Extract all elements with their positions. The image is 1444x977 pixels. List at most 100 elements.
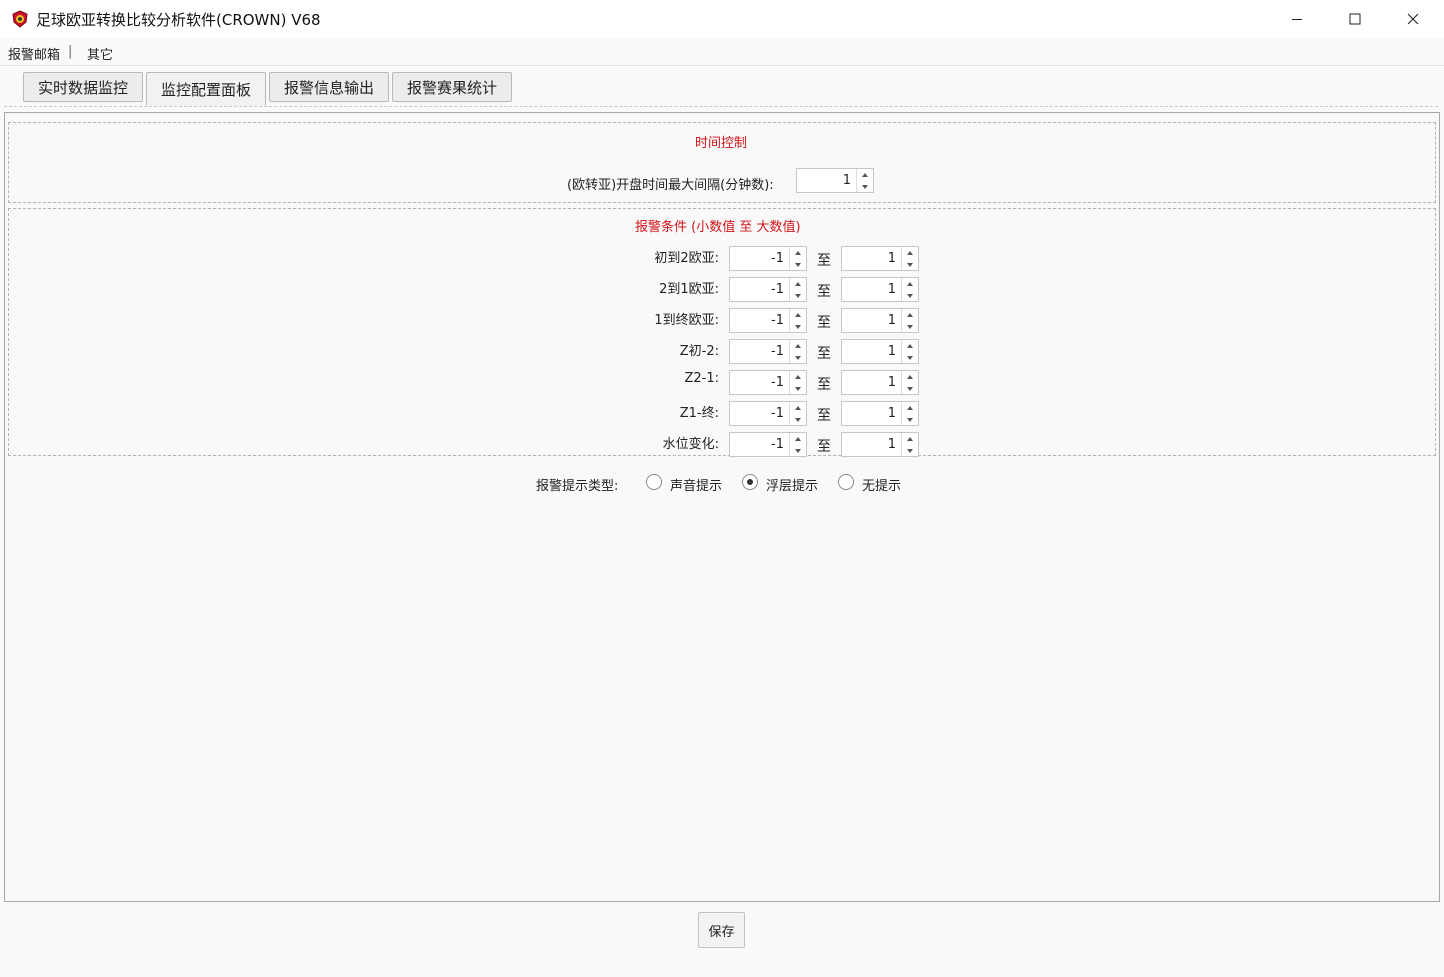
- condition-min-value: -1: [771, 437, 784, 452]
- open-interval-label: (欧转亚)开盘时间最大间隔(分钟数):: [567, 178, 774, 193]
- spin-up-icon[interactable]: [902, 371, 918, 382]
- spin-down-icon[interactable]: [790, 290, 806, 301]
- spin-down-icon[interactable]: [902, 414, 918, 425]
- spin-up-icon[interactable]: [902, 433, 918, 444]
- alarm-conditions-group: 报警条件 (小数值 至 大数值) 初到2欧亚: -1 至 1 2到1欧亚: -1 至 1 1到终…: [8, 208, 1436, 457]
- window-title: 足球欧亚转换比较分析软件(CROWN) V68: [36, 11, 321, 29]
- time-control-group: 时间控制 (欧转亚)开盘时间最大间隔(分钟数): 1: [8, 122, 1436, 203]
- menu-other[interactable]: 其它: [87, 44, 113, 63]
- spin-up-icon[interactable]: [790, 371, 806, 382]
- spin-up-icon[interactable]: [857, 169, 873, 180]
- maximize-icon: [1349, 13, 1361, 25]
- spin-down-icon[interactable]: [857, 181, 873, 192]
- spin-down-icon[interactable]: [790, 383, 806, 394]
- range-to-label: 至: [817, 377, 831, 393]
- condition-label: Z初-2:: [679, 344, 719, 359]
- spin-up-icon[interactable]: [790, 247, 806, 258]
- condition-min-spinner[interactable]: -1: [729, 277, 807, 302]
- spin-down-icon[interactable]: [790, 259, 806, 270]
- tab-divider: [4, 106, 1438, 107]
- range-to-label: 至: [817, 284, 831, 300]
- condition-max-value: 1: [887, 251, 896, 266]
- radio-no-alert-label: 无提示: [862, 479, 902, 494]
- condition-max-spinner[interactable]: 1: [841, 432, 919, 457]
- close-button[interactable]: [1384, 0, 1442, 38]
- spin-down-icon[interactable]: [902, 259, 918, 270]
- spin-down-icon[interactable]: [902, 445, 918, 456]
- condition-label: 1到终欧亚:: [654, 313, 719, 328]
- condition-min-spinner[interactable]: -1: [729, 246, 807, 271]
- radio-float-alert-label: 浮层提示: [766, 479, 819, 494]
- spin-down-icon[interactable]: [902, 290, 918, 301]
- condition-max-value: 1: [887, 282, 896, 297]
- condition-min-spinner[interactable]: -1: [729, 432, 807, 457]
- spin-down-icon[interactable]: [790, 414, 806, 425]
- tab-alarm-stats[interactable]: 报警赛果统计: [392, 72, 512, 102]
- radio-float-alert[interactable]: [742, 474, 758, 490]
- condition-min-value: -1: [771, 344, 784, 359]
- range-to-label: 至: [817, 315, 831, 331]
- range-to-label: 至: [817, 346, 831, 362]
- condition-max-spinner[interactable]: 1: [841, 246, 919, 271]
- spin-up-icon[interactable]: [790, 309, 806, 320]
- condition-min-spinner[interactable]: -1: [729, 370, 807, 395]
- condition-max-value: 1: [887, 406, 896, 421]
- condition-label: Z2-1:: [684, 371, 719, 386]
- menu-separator: |: [68, 44, 73, 59]
- spin-up-icon[interactable]: [902, 278, 918, 289]
- menu-alarm-mailbox[interactable]: 报警邮箱: [8, 44, 60, 63]
- condition-min-value: -1: [771, 251, 784, 266]
- minimize-icon: [1292, 19, 1302, 20]
- spin-up-icon[interactable]: [790, 402, 806, 413]
- app-logo-icon: [12, 10, 28, 28]
- config-panel: 时间控制 (欧转亚)开盘时间最大间隔(分钟数): 1 报警条件 (小数值 至 大…: [4, 112, 1440, 902]
- radio-no-alert[interactable]: [838, 474, 854, 490]
- spin-down-icon[interactable]: [902, 352, 918, 363]
- spin-up-icon[interactable]: [902, 309, 918, 320]
- spin-up-icon[interactable]: [902, 247, 918, 258]
- radio-sound-alert[interactable]: [646, 474, 662, 490]
- range-to-label: 至: [817, 439, 831, 455]
- condition-max-spinner[interactable]: 1: [841, 339, 919, 364]
- spin-up-icon[interactable]: [790, 278, 806, 289]
- menu-bar: 报警邮箱 | 其它: [0, 38, 1444, 66]
- condition-min-value: -1: [771, 375, 784, 390]
- open-interval-spinner[interactable]: 1: [796, 168, 874, 193]
- maximize-button[interactable]: [1326, 0, 1384, 38]
- condition-min-spinner[interactable]: -1: [729, 401, 807, 426]
- spin-up-icon[interactable]: [902, 340, 918, 351]
- condition-min-value: -1: [771, 313, 784, 328]
- spin-up-icon[interactable]: [790, 340, 806, 351]
- tab-monitor-config[interactable]: 监控配置面板: [146, 72, 266, 106]
- save-button[interactable]: 保存: [698, 912, 745, 948]
- spin-down-icon[interactable]: [790, 445, 806, 456]
- spin-down-icon[interactable]: [902, 321, 918, 332]
- spin-down-icon[interactable]: [790, 321, 806, 332]
- condition-min-value: -1: [771, 406, 784, 421]
- condition-label: 水位变化:: [662, 437, 719, 452]
- spin-down-icon[interactable]: [902, 383, 918, 394]
- condition-max-value: 1: [887, 313, 896, 328]
- condition-max-value: 1: [887, 344, 896, 359]
- close-icon: [1407, 13, 1419, 25]
- spin-up-icon[interactable]: [790, 433, 806, 444]
- range-to-label: 至: [817, 408, 831, 424]
- minimize-button[interactable]: [1268, 0, 1326, 38]
- spin-down-icon[interactable]: [790, 352, 806, 363]
- open-interval-value: 1: [842, 173, 851, 188]
- condition-min-spinner[interactable]: -1: [729, 308, 807, 333]
- time-control-title: 时间控制: [695, 136, 748, 151]
- alert-type-label: 报警提示类型:: [536, 479, 619, 494]
- condition-max-spinner[interactable]: 1: [841, 277, 919, 302]
- title-bar: 足球欧亚转换比较分析软件(CROWN) V68: [0, 0, 1444, 38]
- radio-sound-alert-label: 声音提示: [670, 479, 723, 494]
- spin-up-icon[interactable]: [902, 402, 918, 413]
- condition-min-value: -1: [771, 282, 784, 297]
- condition-max-spinner[interactable]: 1: [841, 370, 919, 395]
- condition-min-spinner[interactable]: -1: [729, 339, 807, 364]
- condition-max-spinner[interactable]: 1: [841, 401, 919, 426]
- tab-alarm-output[interactable]: 报警信息输出: [269, 72, 389, 102]
- condition-max-spinner[interactable]: 1: [841, 308, 919, 333]
- tab-realtime-monitor[interactable]: 实时数据监控: [23, 72, 143, 102]
- condition-label: 初到2欧亚:: [654, 251, 719, 266]
